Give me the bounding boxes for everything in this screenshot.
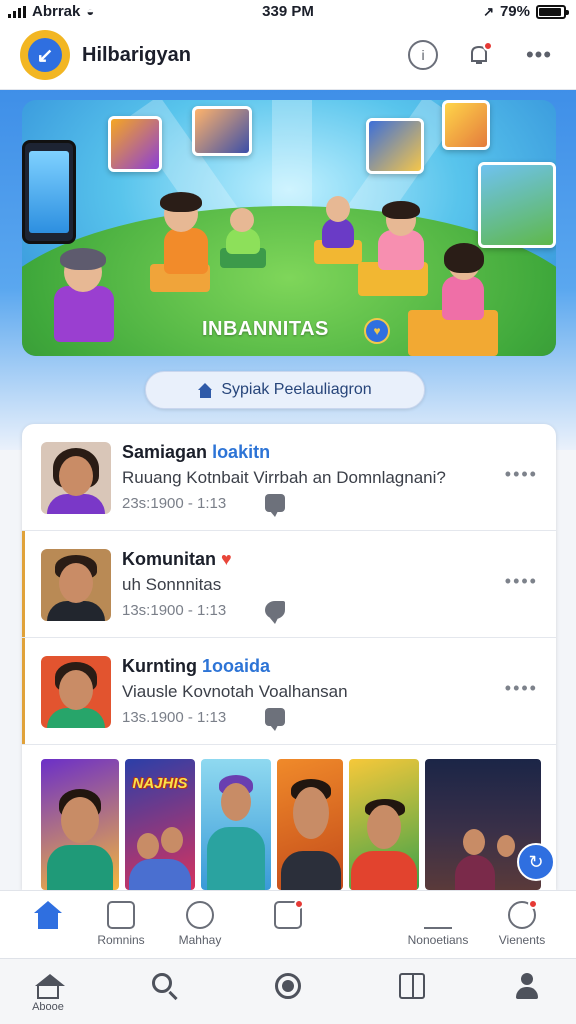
author-name: Komunitan xyxy=(122,549,216,569)
comment-icon[interactable] xyxy=(265,494,285,517)
nav-center[interactable] xyxy=(258,973,318,999)
heart-badge-icon: ♥ xyxy=(364,318,390,344)
app-title: Hilbarigyan xyxy=(82,44,191,66)
tab-label: Mahhay xyxy=(178,933,222,947)
search-icon xyxy=(152,973,172,993)
info-button[interactable]: i xyxy=(408,40,438,70)
avatar xyxy=(41,549,111,621)
author-name: Kurnting xyxy=(122,656,197,676)
feed-card: Samiagan loakitn Ruuang Kotnbait Virrbah… xyxy=(22,424,556,890)
nav-search[interactable] xyxy=(132,973,192,993)
media-gallery: NAJHIS ↻ xyxy=(41,759,555,890)
bottom-navigation: Abooe xyxy=(0,958,576,1024)
share-icon[interactable] xyxy=(265,601,285,624)
notifications-button[interactable] xyxy=(464,40,494,70)
avatar xyxy=(41,442,111,514)
notification-badge xyxy=(528,899,538,909)
floating-tile xyxy=(478,162,556,248)
tab-mahhay[interactable]: Mahhay xyxy=(155,901,245,947)
post-meta: 13s.1900 - 1:13 xyxy=(122,709,227,726)
post-text: Ruuang Kotnbait Virrbah an Domnlagnani? xyxy=(122,468,446,487)
user-icon xyxy=(514,973,540,999)
events-icon xyxy=(508,899,538,929)
record-icon xyxy=(275,973,301,999)
tab-label: Nonoetians xyxy=(407,933,469,947)
avatar xyxy=(41,656,111,728)
app-logo[interactable]: ↙ xyxy=(20,30,70,80)
battery-percent: 79% xyxy=(499,3,530,20)
section-tab-bar: Romnins Mahhay Nonoetians Vienents xyxy=(0,890,576,958)
more-options-button[interactable]: ••• xyxy=(524,40,554,70)
floating-tile xyxy=(192,106,252,156)
feed-post[interactable]: Kurnting 1ooaida Viausle Kovnotah Voalha… xyxy=(22,638,556,745)
comment-icon[interactable] xyxy=(265,708,285,731)
stats-icon xyxy=(424,901,452,929)
post-author: Komunitan ♥ xyxy=(122,549,232,570)
location-icon: ↗ xyxy=(483,3,494,19)
status-bar: Abrrak ◒ 339 PM ↗ 79% xyxy=(0,0,576,24)
floating-tile xyxy=(108,116,162,172)
book-icon xyxy=(399,973,425,999)
nav-library[interactable] xyxy=(382,973,442,999)
feed-post[interactable]: Komunitan ♥ uh Sonnnitas 13s:1900 - 1:13… xyxy=(22,531,556,638)
author-tag[interactable]: loakitn xyxy=(212,442,270,462)
tab-label: Romnins xyxy=(97,933,145,947)
home-icon xyxy=(34,901,62,929)
post-meta: 13s:1900 - 1:13 xyxy=(122,602,227,619)
author-tag[interactable]: 1ooaida xyxy=(202,656,270,676)
tab-vienents[interactable]: Vienents xyxy=(477,899,567,947)
feed-post[interactable]: Samiagan loakitn Ruuang Kotnbait Virrbah… xyxy=(22,424,556,531)
post-author: Kurnting 1ooaida xyxy=(122,656,270,677)
floating-tile xyxy=(366,118,424,174)
post-more-button[interactable]: •••• xyxy=(505,464,538,485)
nav-profile[interactable] xyxy=(497,973,557,999)
refresh-icon: ↻ xyxy=(528,851,544,872)
phone-illustration xyxy=(22,140,76,244)
floating-tile xyxy=(442,100,490,150)
info-icon: i xyxy=(421,47,425,63)
gallery-item[interactable] xyxy=(349,759,419,890)
notification-badge xyxy=(483,41,493,51)
gallery-title: NAJHIS xyxy=(132,775,188,792)
gallery-item[interactable] xyxy=(41,759,119,890)
tab-label: Vienents xyxy=(498,933,546,947)
gallery-item[interactable] xyxy=(201,759,271,890)
tab-news[interactable] xyxy=(243,899,333,933)
featured-pill-button[interactable]: Sypiak Peelauliagron xyxy=(145,371,425,409)
banner-title: INBANNITAS xyxy=(202,318,329,340)
pill-label: Sypiak Peelauliagron xyxy=(221,381,372,398)
home-icon xyxy=(35,974,65,999)
post-more-button[interactable]: •••• xyxy=(505,571,538,592)
document-icon xyxy=(274,899,304,929)
post-text: Viausle Kovnotah Voalhansan xyxy=(122,682,348,701)
tab-romnins[interactable]: Romnins xyxy=(76,901,166,947)
logo-arrow-icon: ↙ xyxy=(28,38,62,72)
gallery-item[interactable]: NAJHIS xyxy=(125,759,195,890)
smile-icon xyxy=(186,901,214,929)
notification-badge xyxy=(294,899,304,909)
refresh-button[interactable]: ↻ xyxy=(517,843,555,881)
battery-icon xyxy=(536,4,569,19)
nav-home[interactable]: Abooe xyxy=(18,973,78,1013)
post-meta: 23s:1900 - 1:13 xyxy=(122,495,227,512)
post-text: uh Sonnnitas xyxy=(122,575,222,594)
home-icon xyxy=(198,382,213,398)
gallery-item[interactable] xyxy=(277,759,343,890)
author-name: Samiagan xyxy=(122,442,208,462)
post-more-button[interactable]: •••• xyxy=(505,678,538,699)
post-author: Samiagan loakitn xyxy=(122,442,270,463)
nav-label: Abooe xyxy=(32,1001,64,1013)
heart-icon: ♥ xyxy=(221,549,232,569)
app-header: ↙ Hilbarigyan i ••• xyxy=(0,24,576,90)
trending-icon xyxy=(107,901,135,929)
tab-nonoetians[interactable]: Nonoetians xyxy=(393,901,483,947)
promo-banner[interactable]: INBANNITAS ♥ xyxy=(22,100,556,356)
